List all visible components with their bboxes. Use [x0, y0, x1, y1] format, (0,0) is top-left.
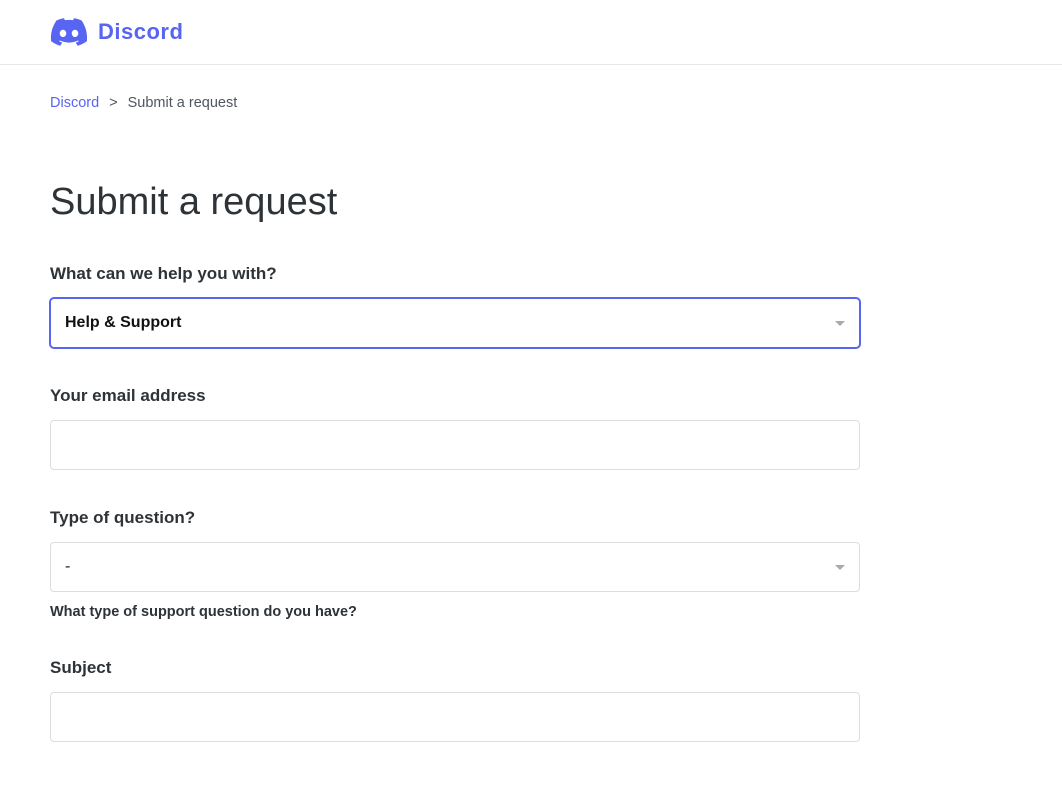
email-label: Your email address	[50, 386, 860, 406]
help-with-label: What can we help you with?	[50, 264, 860, 284]
chevron-down-icon	[835, 565, 845, 570]
breadcrumb: Discord > Submit a request	[50, 65, 860, 141]
page-title: Submit a request	[50, 181, 860, 224]
discord-icon	[50, 18, 88, 46]
help-with-field: What can we help you with? Help & Suppor…	[50, 264, 860, 348]
help-with-select[interactable]: Help & Support	[50, 298, 860, 348]
chevron-down-icon	[835, 321, 845, 326]
question-type-select[interactable]: -	[50, 542, 860, 592]
question-type-label: Type of question?	[50, 508, 860, 528]
email-field-group: Your email address	[50, 386, 860, 470]
question-type-hint: What type of support question do you hav…	[50, 604, 860, 620]
main-container: Discord > Submit a request Submit a requ…	[0, 65, 910, 742]
logo[interactable]: Discord	[50, 18, 183, 46]
breadcrumb-home-link[interactable]: Discord	[50, 95, 99, 111]
logo-text: Discord	[98, 19, 183, 45]
question-type-value: -	[65, 558, 70, 576]
subject-field[interactable]	[50, 692, 860, 742]
breadcrumb-current: Submit a request	[128, 95, 238, 111]
help-with-value: Help & Support	[65, 314, 181, 332]
subject-field-group: Subject	[50, 658, 860, 742]
email-field[interactable]	[50, 420, 860, 470]
question-type-field: Type of question? - What type of support…	[50, 508, 860, 620]
subject-label: Subject	[50, 658, 860, 678]
breadcrumb-separator: >	[109, 95, 117, 111]
site-header: Discord	[0, 0, 1062, 65]
